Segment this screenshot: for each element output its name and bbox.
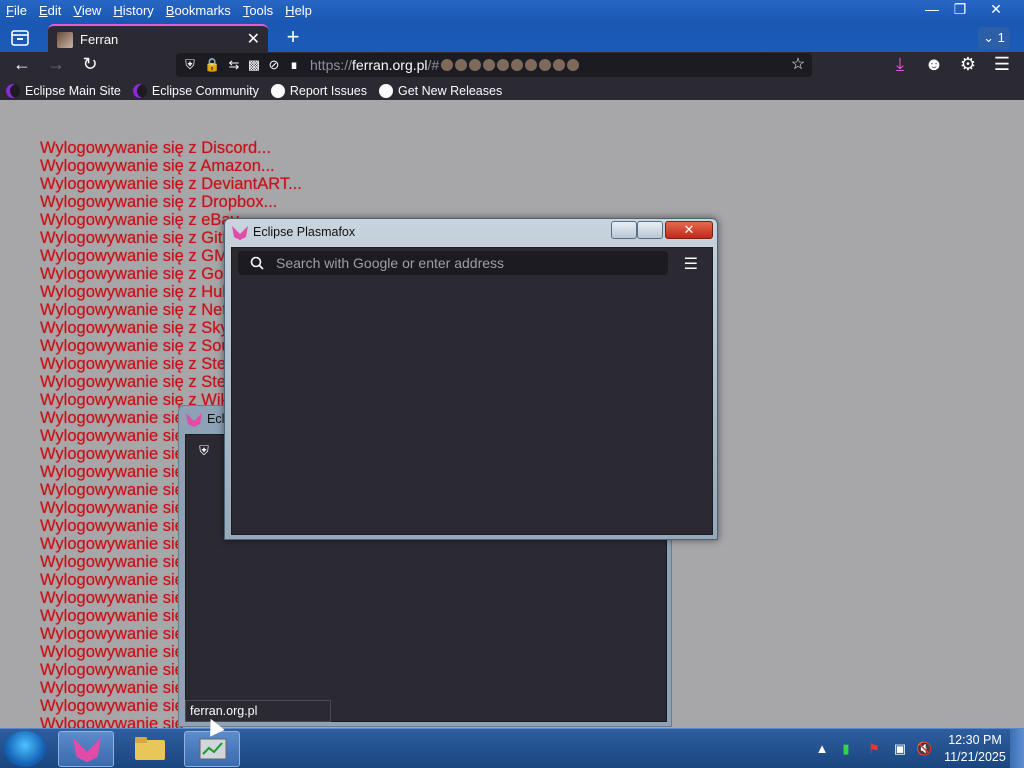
new-tab-button[interactable]: + [280, 26, 306, 50]
popup-maximize-button[interactable] [637, 221, 663, 239]
plasmafox-logo-icon [73, 737, 101, 763]
front-window-title: Eclipse Plasmafox [253, 225, 356, 239]
popup-minimize-button[interactable] [611, 221, 637, 239]
back-button[interactable]: ← [10, 54, 34, 76]
network-icon[interactable]: ▣ [892, 741, 908, 757]
bookmarks-toolbar: Eclipse Main Site Eclipse Community Report… [0, 78, 1024, 100]
search-input[interactable] [276, 251, 656, 275]
extensions-button[interactable]: ⚙ [956, 54, 980, 76]
menu-bar: File Edit View History Bookmarks Tools Help [0, 0, 318, 22]
taskbar-plasmafox-button[interactable] [58, 731, 114, 767]
bookmark-star-icon[interactable]: ☆ [790, 57, 806, 73]
autoplay-blocked-icon[interactable]: ⊘ [266, 57, 282, 73]
tab-count: 1 [997, 30, 1005, 45]
bookmark-label: Report Issues [289, 83, 367, 98]
chevron-down-icon: ⌄ [983, 30, 995, 45]
menu-bookmarks[interactable]: Bookmarks [160, 0, 237, 22]
bookmark-label: Get New Releases [397, 83, 503, 98]
eclipse-moon-icon [6, 83, 20, 98]
action-center-icon[interactable]: ⚑ [866, 741, 882, 757]
fingerprint-icon[interactable]: ∎ [286, 57, 302, 73]
shield-icon[interactable]: ⛨ [182, 57, 198, 73]
account-button[interactable]: ☻ [922, 54, 946, 76]
url-host: ferran.org.pl [352, 57, 428, 73]
logout-line: Wylogowywanie się z Amazon... [40, 157, 275, 175]
address-bar[interactable]: ⛨ 🔒 ⇆ ▩ ⊘ ∎ https://ferran.org.pl/# ☆ [176, 53, 812, 77]
eclipse-moon-icon [132, 83, 147, 98]
navigation-toolbar: ← → ↻ ⛨ 🔒 ⇆ ▩ ⊘ ∎ https://ferran.org.pl/… [0, 52, 1024, 78]
menu-file[interactable]: File [0, 0, 33, 22]
popup-close-button[interactable]: ✕ [665, 221, 713, 239]
menu-history[interactable]: History [107, 0, 159, 22]
firefox-view-button[interactable] [6, 26, 34, 50]
url-emoji-fragment-icon [439, 57, 580, 73]
reload-button[interactable]: ↻ [78, 54, 102, 76]
battery-icon[interactable]: ▮ [838, 741, 854, 757]
downloads-button[interactable]: ⤓ [888, 54, 912, 76]
menu-tools[interactable]: Tools [237, 0, 279, 22]
logout-line: Wylogowywanie się z Dropbox... [40, 193, 278, 211]
show-hidden-icons-icon[interactable]: ▲ [814, 741, 830, 757]
popup-window-front[interactable]: Eclipse Plasmafox ✕ ☰ [224, 218, 718, 540]
close-window-button[interactable]: ✕ [982, 0, 1010, 20]
status-url-tooltip: ferran.org.pl [185, 700, 331, 722]
logout-line: Wylogowywanie się z DeviantART... [40, 175, 302, 193]
hamburger-menu-icon[interactable]: ☰ [684, 254, 698, 274]
app-menu-button[interactable]: ☰ [990, 54, 1014, 76]
url-scheme: https:// [310, 57, 353, 73]
minimize-button[interactable]: — [918, 0, 946, 20]
taskbar-file-explorer-button[interactable] [122, 731, 178, 767]
bookmark-eclipse-community[interactable]: Eclipse Community [127, 78, 265, 100]
volume-muted-icon[interactable]: 🔇 [916, 741, 932, 757]
bookmark-report-issues[interactable]: Report Issues [265, 78, 373, 100]
bookmark-get-new-releases[interactable]: Get New Releases [373, 78, 508, 100]
task-manager-icon [199, 738, 227, 760]
clock-time[interactable]: 12:30 PM [944, 733, 1006, 747]
tab-title: Ferran [80, 32, 119, 47]
taskbar: ▲ ▮ ⚑ ▣ 🔇 12:30 PM 11/21/2025 [0, 728, 1024, 768]
restore-button[interactable]: ❐ [946, 0, 974, 20]
plasmafox-logo-icon [186, 413, 202, 427]
search-icon [250, 256, 264, 270]
firefox-view-icon [11, 30, 29, 46]
show-desktop-button[interactable] [1010, 729, 1024, 768]
tab-close-icon[interactable]: ✕ [247, 29, 260, 49]
lock-icon[interactable]: 🔒 [204, 57, 220, 73]
shield-icon[interactable]: ⛨ [196, 443, 212, 459]
list-all-tabs-button[interactable]: ⌄ 1 [978, 27, 1010, 49]
forward-button[interactable]: → [44, 54, 68, 76]
menu-help[interactable]: Help [279, 0, 318, 22]
clock-date[interactable]: 11/21/2025 [944, 750, 1006, 764]
site-favicon-icon [57, 32, 73, 48]
github-icon [378, 83, 393, 98]
url-path: /# [427, 57, 440, 73]
window-title-bar: File Edit View History Bookmarks Tools Help — … [0, 0, 1024, 22]
start-button[interactable] [4, 731, 46, 767]
permissions-icon[interactable]: ⇆ [226, 57, 242, 73]
github-icon [270, 83, 285, 98]
menu-view[interactable]: View [67, 0, 107, 22]
front-window-body: ☰ [231, 247, 713, 535]
bookmark-label: Eclipse Community [151, 83, 259, 98]
tab-strip: Ferran ✕ + ⌄ 1 [0, 22, 1024, 52]
notifications-icon[interactable]: ▩ [246, 57, 262, 73]
taskbar-task-manager-button[interactable] [184, 731, 240, 767]
folder-icon [135, 737, 165, 760]
menu-edit[interactable]: Edit [33, 0, 67, 22]
search-box[interactable] [238, 251, 668, 275]
url-text[interactable]: https://ferran.org.pl/# [310, 57, 580, 73]
logout-line: Wylogowywanie się z Discord... [40, 139, 271, 157]
bookmark-label: Eclipse Main Site [25, 83, 121, 98]
bookmark-eclipse-main-site[interactable]: Eclipse Main Site [0, 78, 127, 100]
tab-ferran[interactable]: Ferran ✕ [48, 24, 268, 52]
plasmafox-logo-icon [232, 226, 248, 240]
